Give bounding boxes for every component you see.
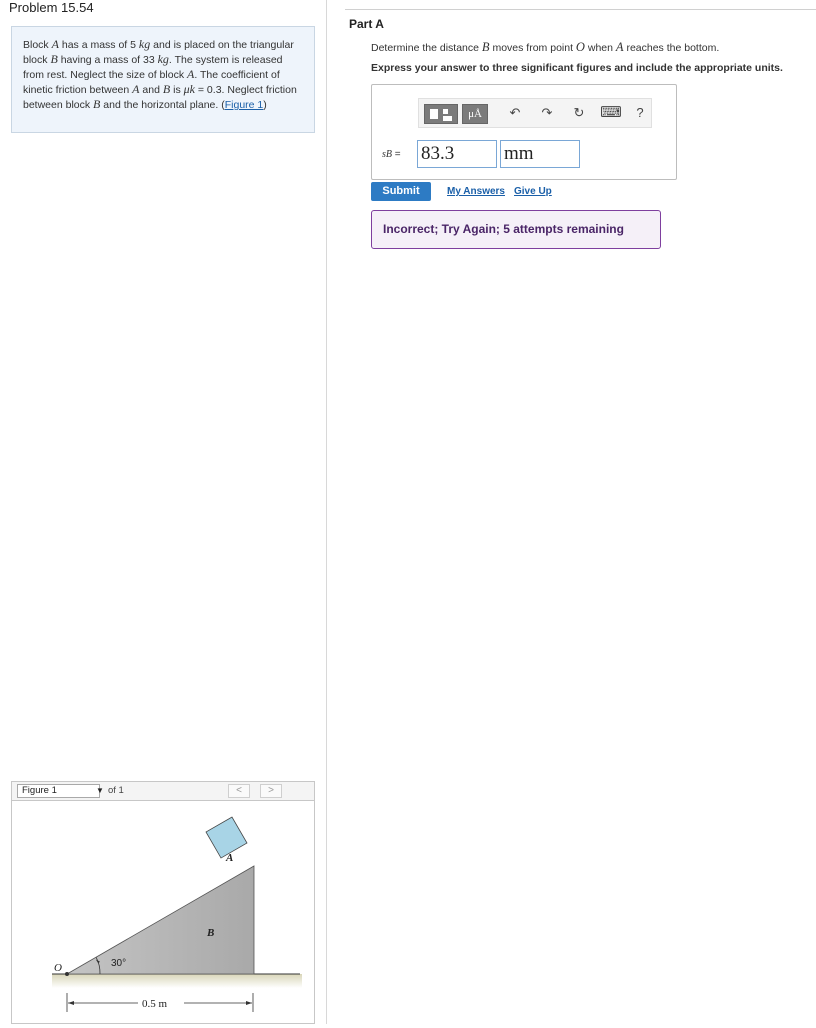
- help-icon[interactable]: ?: [629, 99, 651, 127]
- figure-link[interactable]: Figure 1: [225, 99, 264, 111]
- var-mu-k: μk: [183, 82, 195, 96]
- text-run: having a mass of 33: [57, 54, 158, 66]
- answer-box: μÅ ↶ ↷ ↻ ⌨ ? sB = 83.3 mm: [371, 84, 677, 180]
- text-run: reaches the bottom.: [623, 42, 720, 54]
- text-run: and the horizontal plane. (: [100, 99, 225, 111]
- templates-icon[interactable]: [424, 104, 458, 124]
- give-up-link[interactable]: Give Up: [514, 186, 552, 197]
- answer-equals: =: [392, 149, 401, 160]
- answer-value-input[interactable]: 83.3: [417, 140, 497, 168]
- figure-count: of 1: [108, 785, 124, 796]
- point-o: [65, 972, 69, 976]
- var-a: A: [615, 40, 624, 54]
- answer-variable: sB: [382, 149, 392, 160]
- var-b: B: [481, 40, 490, 54]
- text-run: has a mass of 5: [58, 39, 139, 51]
- unit-kg: kg: [138, 37, 151, 51]
- text-run: Determine the distance: [371, 42, 482, 54]
- dropdown-caret-icon[interactable]: ▼: [96, 784, 104, 798]
- problem-panel: Problem 15.54 Block A has a mass of 5 kg…: [0, 0, 327, 1024]
- ground-shading: [52, 974, 302, 988]
- label-o: O: [54, 962, 62, 974]
- figure-select[interactable]: Figure 1: [17, 784, 100, 798]
- text-run: ): [263, 99, 267, 111]
- var-b: B: [50, 52, 58, 66]
- text-run: Block: [23, 39, 52, 51]
- feedback-message: Incorrect; Try Again; 5 attempts remaini…: [371, 210, 661, 249]
- block-b-triangle: [65, 865, 255, 975]
- top-divider: [345, 9, 816, 10]
- label-b: B: [206, 927, 214, 939]
- prev-figure-button[interactable]: <: [228, 784, 250, 798]
- keyboard-icon[interactable]: ⌨: [599, 99, 623, 127]
- var-o: O: [575, 40, 585, 54]
- redo-icon[interactable]: ↷: [535, 99, 559, 127]
- var-a: A: [51, 37, 59, 51]
- math-toolbar: μÅ ↶ ↷ ↻ ⌨ ?: [418, 98, 652, 128]
- figure-navigation-bar: Figure 1 ▼ of 1 < >: [11, 781, 315, 801]
- my-answers-link[interactable]: My Answers: [447, 186, 505, 197]
- text-run: is: [170, 84, 184, 96]
- dimension-arrow-right-icon: [246, 1001, 252, 1005]
- part-title: Part A: [349, 17, 384, 31]
- dimension-arrow-left-icon: [68, 1001, 74, 1005]
- text-run: moves from point: [489, 42, 576, 54]
- problem-title: Problem 15.54: [9, 0, 94, 15]
- label-a: A: [225, 852, 233, 864]
- instruction-text: Express your answer to three significant…: [371, 62, 783, 74]
- problem-statement: Block A has a mass of 5 kg and is placed…: [11, 26, 315, 133]
- reset-icon[interactable]: ↻: [567, 99, 591, 127]
- text-run: when: [584, 42, 616, 54]
- unit-kg: kg: [157, 52, 169, 66]
- figure-panel: O A B 30° 0.5 m: [11, 801, 315, 1024]
- undo-icon[interactable]: ↶: [503, 99, 527, 127]
- question-text: Determine the distance B moves from poin…: [371, 40, 719, 55]
- next-figure-button[interactable]: >: [260, 784, 282, 798]
- dimension-label: 0.5 m: [142, 998, 168, 1010]
- answer-unit-input[interactable]: mm: [500, 140, 580, 168]
- submit-button[interactable]: Submit: [371, 182, 431, 201]
- text-run: and: [139, 84, 163, 96]
- angle-label: 30°: [111, 958, 126, 969]
- units-button[interactable]: μÅ: [462, 104, 488, 124]
- answer-label: sB =: [382, 149, 401, 160]
- figure-diagram: O A B 30° 0.5 m: [52, 816, 302, 1012]
